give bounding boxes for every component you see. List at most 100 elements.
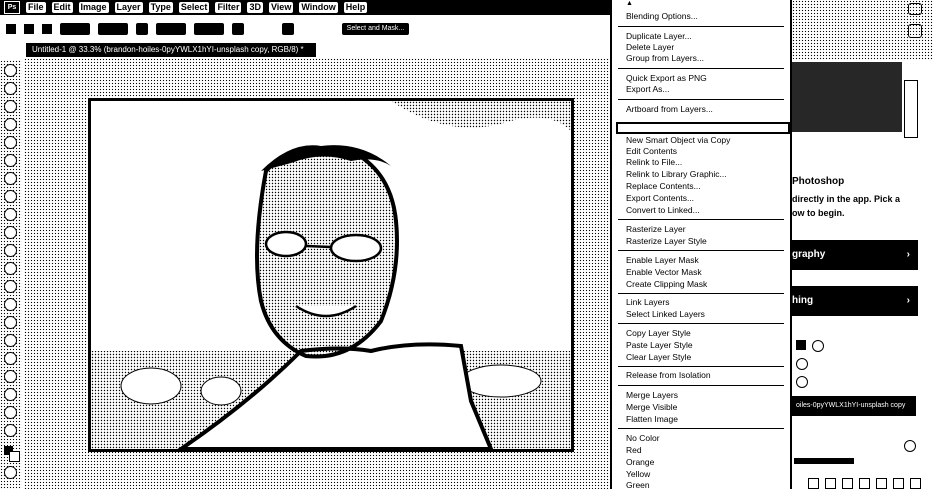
menu-help[interactable]: Help [343,2,368,13]
menu-item-orange[interactable]: Orange [626,457,654,468]
menu-item-relink-to-file[interactable]: Relink to File... [626,157,682,168]
anti-alias-checkbox[interactable] [135,23,148,35]
sample-size-select[interactable] [60,23,90,35]
menu-item-merge-visible[interactable]: Merge Visible [626,402,677,413]
brush-tool-icon[interactable] [4,190,17,203]
menu-item-yellow[interactable]: Yellow [626,469,650,480]
workspace-icon[interactable] [908,24,922,38]
menu-item-clear-layer-style[interactable]: Clear Layer Style [626,352,691,363]
gradient-tool-icon[interactable] [4,262,17,275]
menu-item-blending-options[interactable]: Blending Options... [626,11,698,22]
menu-type[interactable]: Type [148,2,173,13]
menu-item-replace-contents[interactable]: Replace Contents... [626,181,701,192]
path-selection-tool-icon[interactable] [4,352,17,365]
link-layers-icon[interactable] [808,478,819,489]
menu-view[interactable]: View [268,2,294,13]
edit-toolbar-icon[interactable] [4,424,17,437]
hand-tool-icon[interactable] [4,388,17,401]
new-layer-icon[interactable] [893,478,904,489]
menu-file[interactable]: File [26,2,46,13]
menu-item-create-clipping-mask[interactable]: Create Clipping Mask [626,279,707,290]
menu-item-delete-layer[interactable]: Delete Layer [626,42,674,53]
menu-edit[interactable]: Edit [51,2,73,13]
menu-item-duplicate-layer[interactable]: Duplicate Layer... [626,31,692,42]
menu-item-hovered-highlight[interactable] [616,122,790,134]
learn-card-retouching[interactable]: hing › [792,286,918,316]
menu-item-green[interactable]: Green [626,480,650,491]
background-color-swatch[interactable] [9,451,20,462]
menu-item-convert-to-linked[interactable]: Convert to Linked... [626,205,700,216]
eyedropper-tool-icon[interactable] [4,154,17,167]
document-canvas[interactable] [88,98,574,452]
tool-preset-icon[interactable] [6,24,16,34]
canvas-workspace[interactable] [24,58,610,489]
menu-item-export-contents[interactable]: Export Contents... [626,193,694,204]
menu-item-release-from-isolation[interactable]: Release from Isolation [626,370,711,381]
menu-item-flatten-image[interactable]: Flatten Image [626,414,678,425]
menu-item-red[interactable]: Red [626,445,642,456]
marquee-tool-icon[interactable] [4,82,17,95]
pen-tool-icon[interactable] [4,316,17,329]
blur-tool-icon[interactable] [4,280,17,293]
layer-lock-icon[interactable] [796,358,808,370]
select-subject-button[interactable] [281,23,294,35]
menu-item-merge-layers[interactable]: Merge Layers [626,390,678,401]
layer-visibility-icon[interactable] [904,440,916,452]
menu-item-new-smart-object-via-copy[interactable]: New Smart Object via Copy [626,135,730,146]
menu-image[interactable]: Image [78,2,109,13]
menu-scroll-up-icon[interactable]: ▲ [626,0,633,7]
document-tab[interactable]: Untitled-1 @ 33.3% (brandon-hoiles-0pyYW… [26,43,316,57]
layer-row[interactable] [794,458,854,464]
refine-option[interactable] [231,23,244,35]
quick-mask-icon[interactable] [4,466,17,479]
learn-card-photography[interactable]: graphy › [792,240,918,270]
menu-item-enable-layer-mask[interactable]: Enable Layer Mask [626,255,699,266]
add-mask-icon[interactable] [842,478,853,489]
menu-item-rasterize-layer-style[interactable]: Rasterize Layer Style [626,236,707,247]
magic-wand-tool-icon[interactable] [4,118,17,131]
delete-layer-icon[interactable] [910,478,921,489]
layer-filter-icon[interactable] [796,340,806,350]
menu-item-link-layers[interactable]: Link Layers [626,297,669,308]
healing-brush-tool-icon[interactable] [4,172,17,185]
fx-icon[interactable] [825,478,836,489]
menu-item-select-linked-layers[interactable]: Select Linked Layers [626,309,705,320]
color-picker-field[interactable] [792,62,902,132]
dodge-tool-icon[interactable] [4,298,17,311]
menu-item-artboard-from-layers[interactable]: Artboard from Layers... [626,104,713,115]
menu-item-no-color[interactable]: No Color [626,433,660,444]
adjustment-layer-icon[interactable] [859,478,870,489]
menu-item-enable-vector-mask[interactable]: Enable Vector Mask [626,267,702,278]
layer-row-selected[interactable]: oiles-0pyYWLX1hYI-unsplash copy [792,396,916,416]
hue-slider[interactable] [904,80,918,138]
contiguous-checkbox[interactable] [155,23,186,35]
menu-item-relink-to-library-graphic[interactable]: Relink to Library Graphic... [626,169,727,180]
new-selection-icon[interactable] [24,24,34,34]
menu-3d[interactable]: 3D [247,2,263,13]
menu-item-rasterize-layer[interactable]: Rasterize Layer [626,224,686,235]
menu-item-quick-export-png[interactable]: Quick Export as PNG [626,73,707,84]
lasso-tool-icon[interactable] [4,100,17,113]
menu-window[interactable]: Window [299,2,338,13]
select-and-mask-button[interactable]: Select and Mask... [341,23,410,35]
zoom-tool-icon[interactable] [4,406,17,419]
type-tool-icon[interactable] [4,334,17,347]
menu-item-edit-contents[interactable]: Edit Contents [626,146,677,157]
tolerance-field[interactable] [97,23,128,35]
new-group-icon[interactable] [876,478,887,489]
menu-item-paste-layer-style[interactable]: Paste Layer Style [626,340,693,351]
clone-stamp-tool-icon[interactable] [4,208,17,221]
menu-item-export-as[interactable]: Export As... [626,84,669,95]
history-brush-tool-icon[interactable] [4,226,17,239]
shape-tool-icon[interactable] [4,370,17,383]
move-tool-icon[interactable] [4,64,17,77]
layer-lock-icon[interactable] [796,376,808,388]
eraser-tool-icon[interactable] [4,244,17,257]
search-icon[interactable] [908,3,922,15]
menu-select[interactable]: Select [178,2,210,13]
add-selection-icon[interactable] [42,24,52,34]
menu-filter[interactable]: Filter [215,2,242,13]
sample-all-layers-checkbox[interactable] [193,23,224,35]
menu-item-copy-layer-style[interactable]: Copy Layer Style [626,328,691,339]
menu-item-group-from-layers[interactable]: Group from Layers... [626,53,704,64]
